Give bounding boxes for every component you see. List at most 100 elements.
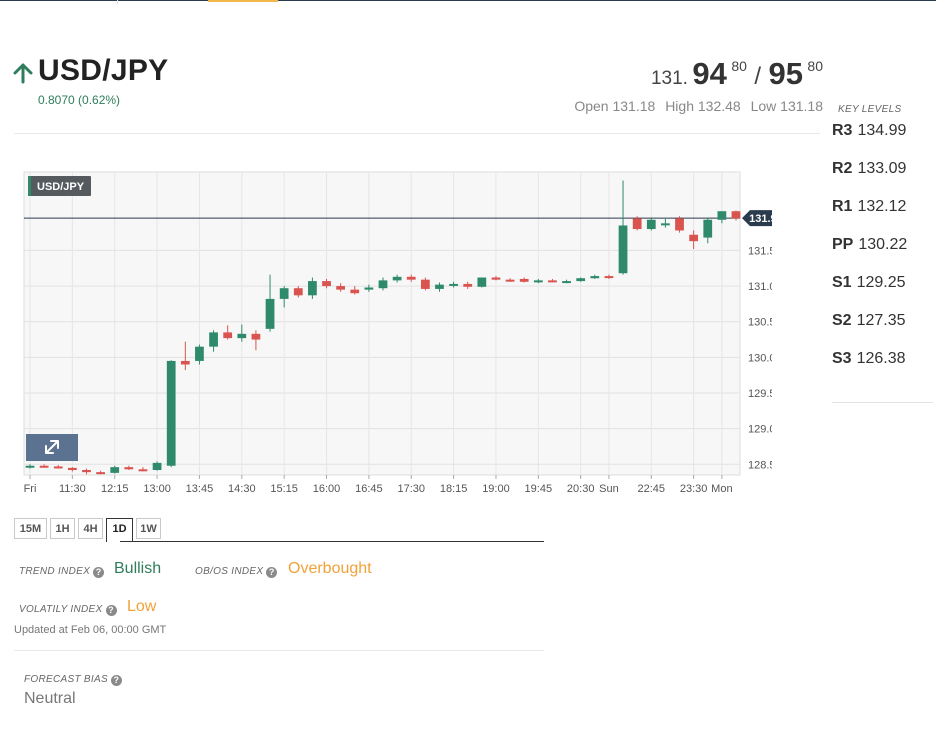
- active-tab-indicator: [208, 0, 278, 2]
- candle-body: [703, 219, 713, 238]
- bid-pips: 94: [692, 56, 727, 91]
- candle-body: [308, 281, 317, 296]
- quote-separator: /: [754, 63, 762, 90]
- candle-body: [96, 472, 105, 475]
- candle-body: [195, 346, 204, 361]
- candle-body: [166, 360, 176, 466]
- candle-body: [675, 218, 684, 231]
- help-icon[interactable]: ?: [93, 567, 105, 578]
- candle-body: [53, 466, 63, 469]
- candle-body: [364, 287, 374, 290]
- tab-1h[interactable]: 1H: [50, 518, 75, 539]
- key-level-value: 127.35: [856, 312, 906, 329]
- ask-pips: 95: [768, 56, 803, 91]
- candle-body: [505, 279, 515, 282]
- key-level-label: PP: [832, 236, 854, 253]
- tab-1d[interactable]: 1D: [106, 518, 133, 542]
- key-level-label: S3: [832, 350, 852, 367]
- high-value: High 132.48: [665, 98, 741, 114]
- help-icon[interactable]: ?: [105, 605, 117, 616]
- candle-body: [82, 470, 91, 473]
- x-tick-label: 20:30: [567, 483, 595, 495]
- x-tick-label: 19:45: [525, 483, 553, 495]
- key-levels-title: KEY LEVELS: [838, 104, 902, 115]
- obos-index-text: OB/OS INDEX: [195, 566, 264, 577]
- current-price-label: 131.953: [749, 213, 772, 225]
- tab-4h[interactable]: 4H: [78, 518, 103, 539]
- open-high-low: Open 131.18 High 132.48 Low 131.18: [568, 98, 823, 114]
- arrow-up-icon: [13, 63, 33, 84]
- candle-body: [590, 276, 600, 279]
- key-level-s2: S2 127.35: [832, 312, 906, 330]
- forecast-bias-value: Neutral: [24, 690, 76, 707]
- plot-area: [23, 171, 741, 476]
- tab-15m[interactable]: 15M: [14, 518, 47, 539]
- y-tick-label: 129.500: [748, 388, 772, 400]
- candle-body: [731, 211, 741, 219]
- key-level-value: 130.22: [858, 236, 908, 253]
- timeframe-tabs: 15M 1H 4H 1D 1W: [14, 516, 544, 542]
- y-tick-label: 130.000: [748, 352, 772, 364]
- candle-body: [689, 234, 699, 242]
- candle-body: [562, 281, 571, 284]
- top-divider-mark: [117, 0, 118, 4]
- key-level-s3: S3 126.38: [832, 350, 906, 368]
- volatility-index-label: VOLATILY INDEX?: [19, 604, 117, 616]
- candle-body: [124, 467, 134, 470]
- candle-body: [477, 277, 487, 287]
- ask-fraction: 80: [807, 58, 823, 74]
- help-icon[interactable]: ?: [266, 567, 278, 578]
- volatility-index-value: Low: [127, 598, 157, 615]
- x-tick-label: 15:15: [270, 483, 298, 495]
- candle-body: [209, 332, 218, 347]
- key-level-pp: PP 130.22: [832, 236, 907, 254]
- key-level-s1: S1 129.25: [832, 274, 906, 292]
- key-level-value: 129.25: [856, 274, 906, 291]
- key-level-label: R2: [832, 160, 853, 177]
- key-level-value: 126.38: [856, 350, 906, 367]
- top-divider: [0, 0, 936, 1]
- key-level-value: 132.12: [857, 198, 907, 215]
- key-levels-divider: [832, 402, 933, 403]
- legend-swatch: [28, 176, 31, 196]
- key-level-r1: R1 132.12: [832, 198, 906, 216]
- tabs-underline: [120, 541, 544, 542]
- candle-body: [237, 333, 247, 339]
- key-level-label: R3: [832, 122, 853, 139]
- price-chart[interactable]: 128.500 129.000 129.500 130.000 130.500 131.0…: [22, 170, 772, 500]
- x-tick-label: Fri: [24, 483, 37, 495]
- forecast-bias-text: FORECAST BIAS: [24, 674, 108, 685]
- volatility-index-text: VOLATILY INDEX: [19, 604, 103, 615]
- candle-body: [39, 465, 49, 468]
- candle-body: [463, 283, 473, 287]
- key-level-r3: R3 134.99: [832, 122, 906, 140]
- trend-index-label: TREND INDEX?: [19, 566, 105, 578]
- help-icon[interactable]: ?: [110, 675, 122, 686]
- obos-index-label: OB/OS INDEX?: [195, 566, 278, 578]
- key-level-label: S1: [832, 274, 852, 291]
- tab-1w[interactable]: 1W: [136, 518, 161, 539]
- x-tick-label: 16:00: [313, 483, 341, 495]
- candle-body: [378, 280, 388, 289]
- key-level-value: 134.99: [857, 122, 907, 139]
- price-change: 0.8070 (0.62%): [38, 93, 121, 107]
- forecast-bias-label: FORECAST BIAS?: [24, 674, 122, 686]
- x-tick-label: 14:30: [228, 483, 256, 495]
- key-level-label: R1: [832, 198, 853, 215]
- x-tick-label: 19:00: [482, 483, 510, 495]
- x-tick-label: 12:15: [101, 483, 129, 495]
- obos-index-value: Overbought: [288, 560, 372, 577]
- candle-body: [223, 332, 233, 339]
- candle-body: [152, 462, 162, 471]
- updated-timestamp: Updated at Feb 06, 00:00 GMT: [14, 624, 167, 636]
- y-tick-label: 130.500: [748, 317, 772, 329]
- x-tick-label: Sun: [599, 483, 619, 495]
- candle-body: [67, 467, 77, 471]
- candle-body: [548, 280, 557, 283]
- candle-body: [661, 223, 670, 226]
- candle-body: [25, 465, 35, 468]
- x-tick-label: 13:45: [186, 483, 214, 495]
- candle-body: [180, 360, 190, 365]
- candle-body: [350, 289, 360, 294]
- candle-body: [533, 280, 543, 283]
